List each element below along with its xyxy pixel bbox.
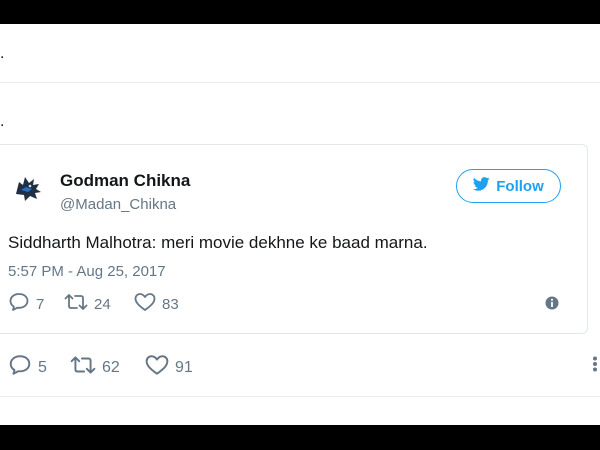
outer-reply-action[interactable]: 5 xyxy=(8,354,47,381)
outer-like-count: 91 xyxy=(175,358,193,376)
retweet-icon xyxy=(64,292,88,317)
wolf-head-avatar-icon[interactable] xyxy=(10,170,46,206)
follow-button[interactable]: Follow xyxy=(456,169,561,203)
retweet-icon xyxy=(70,354,96,381)
heart-icon xyxy=(134,292,156,317)
outer-reply-count: 5 xyxy=(38,358,47,376)
top-frame-bar xyxy=(0,0,600,24)
retweet-action[interactable]: 24 xyxy=(64,292,111,317)
heart-icon xyxy=(145,354,169,381)
like-action[interactable]: 83 xyxy=(134,292,179,317)
outer-retweet-count: 62 xyxy=(102,358,120,376)
bottom-frame-bar xyxy=(0,425,600,450)
follow-button-label: Follow xyxy=(496,177,544,195)
author-display-name[interactable]: Godman Chikna xyxy=(60,171,190,191)
like-count: 83 xyxy=(162,296,179,313)
reply-icon xyxy=(8,292,30,317)
more-vertical-icon[interactable] xyxy=(590,356,600,372)
reply-icon xyxy=(8,354,32,381)
quoted-tweet-text: Siddharth Malhotra: meri movie dekhne ke… xyxy=(8,233,428,252)
retweet-count: 24 xyxy=(94,296,111,313)
reply-action[interactable]: 7 xyxy=(8,292,44,317)
author-handle[interactable]: @Madan_Chikna xyxy=(60,196,176,213)
outer-retweet-action[interactable]: 62 xyxy=(70,354,120,381)
reply-count: 7 xyxy=(36,296,45,313)
divider xyxy=(0,396,600,397)
twitter-bird-icon xyxy=(473,177,490,195)
tweet-timestamp[interactable]: 5:57 PM - Aug 25, 2017 xyxy=(8,263,166,280)
outer-like-action[interactable]: 91 xyxy=(145,354,193,381)
outer-tweet-text: . xyxy=(0,45,5,62)
outer-tweet-text-second: . xyxy=(0,113,5,130)
outer-tweet-section xyxy=(0,24,600,83)
info-icon[interactable] xyxy=(545,296,559,310)
